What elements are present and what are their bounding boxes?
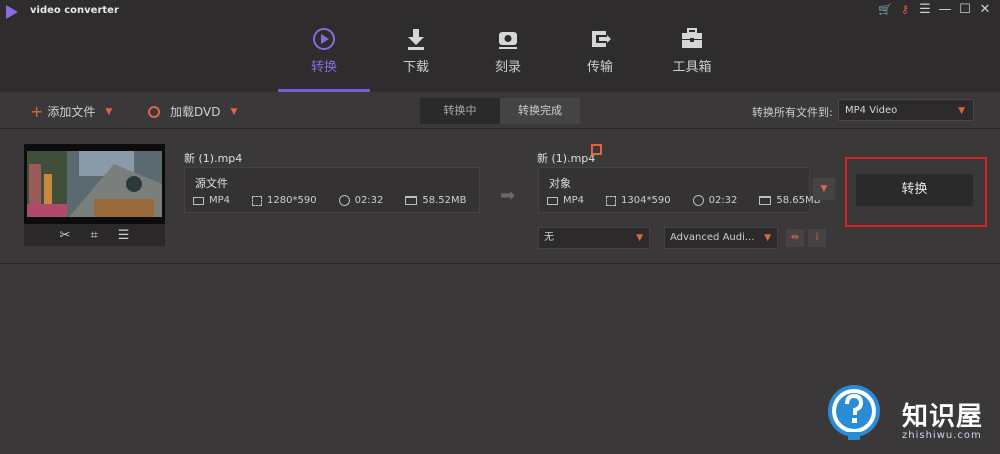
thumbnail-image (24, 144, 165, 224)
transfer-icon (592, 31, 611, 47)
audio-value: Advanced Audi... (670, 232, 755, 243)
source-size: 58.52MB (422, 195, 467, 206)
tab-toolbox-label: 工具箱 (672, 60, 712, 75)
menu-icon[interactable]: ☰ (918, 2, 932, 17)
source-info-box: 源文件 MP4 1280*590 02:32 58.52MB (184, 167, 480, 213)
source-file-name: 新 (1).mp4 (184, 152, 243, 165)
tab-convert-label: 转换 (310, 60, 337, 75)
download-icon (408, 29, 424, 50)
cart-icon[interactable]: 🛒 (878, 3, 892, 16)
edit-icon[interactable] (591, 144, 602, 155)
watermark-url: zhishiwu.com (902, 430, 982, 441)
tab-converted[interactable]: 转换完成 (500, 98, 580, 124)
arrow-right-icon: ➡ (500, 185, 516, 206)
clock-icon (338, 195, 350, 206)
convert-icon (313, 28, 335, 50)
folder-icon (759, 196, 772, 205)
source-title: 源文件 (195, 177, 228, 190)
watermark-logo-icon (828, 385, 880, 440)
highlight-box (845, 157, 987, 227)
scissors-icon[interactable]: ✂ (60, 228, 71, 243)
tab-toolbox[interactable]: 工具箱 (646, 22, 738, 92)
source-resolution: 1280*590 (267, 195, 317, 206)
add-file-button[interactable]: + 添加文件 ▼ (30, 103, 112, 120)
crop-icon[interactable]: ⌗ (90, 228, 97, 243)
source-format: MP4 (209, 195, 231, 206)
toolbox-icon (682, 28, 702, 48)
tab-burn[interactable]: 刻录 (462, 22, 554, 92)
convert-all-value: MP4 Video (845, 105, 898, 116)
subtitle-select[interactable]: 无 ▼ (538, 227, 650, 249)
thumbnail-tools: ✂ ⌗ ☰ (24, 224, 165, 246)
load-dvd-label: 加载DVD (170, 105, 221, 119)
chevron-down-icon[interactable]: ▼ (105, 107, 112, 117)
output-profile-dropdown[interactable]: ▼ (813, 178, 835, 200)
close-icon[interactable]: ✕ (978, 2, 992, 17)
target-info-box[interactable]: 对象 MP4 1304*590 02:32 58.65MB (538, 167, 821, 213)
chevron-down-icon: ▼ (764, 233, 771, 243)
main-nav: 转换 下载 刻录 传输 工具箱 (278, 22, 738, 92)
target-meta: MP4 1304*590 02:32 58.65MB (547, 195, 843, 206)
app-logo-icon (6, 5, 18, 19)
maximize-icon[interactable]: ☐ (958, 2, 972, 17)
audio-select[interactable]: Advanced Audi... ▼ (664, 227, 778, 249)
settings-icon[interactable]: ☰ (118, 228, 130, 243)
subtitle-value: 无 (544, 232, 554, 243)
merge-icon[interactable]: ⇹ (786, 229, 804, 247)
chevron-down-icon[interactable]: ▼ (230, 107, 237, 117)
film-icon (547, 196, 558, 205)
key-icon[interactable]: ⚷ (898, 3, 912, 16)
app-title: video converter (30, 5, 119, 16)
load-dvd-button[interactable]: 加载DVD ▼ (148, 103, 237, 120)
minimize-icon[interactable]: — (938, 2, 952, 17)
title-bar: video converter 🛒 ⚷ ☰ — ☐ ✕ 转换 下载 刻录 传输 … (0, 0, 1000, 92)
tab-converting[interactable]: 转换中 (420, 98, 500, 124)
target-title: 对象 (549, 177, 571, 190)
add-file-label: 添加文件 (47, 105, 96, 119)
tab-transfer-label: 传输 (586, 60, 613, 75)
burn-icon (499, 32, 517, 49)
resolution-icon (606, 195, 617, 206)
clock-icon (692, 195, 704, 206)
video-thumbnail[interactable]: ✂ ⌗ ☰ (24, 144, 165, 246)
window-controls: 🛒 ⚷ ☰ — ☐ ✕ (878, 2, 992, 17)
chevron-down-icon: ▼ (958, 106, 965, 116)
source-meta: MP4 1280*590 02:32 58.52MB (193, 195, 489, 206)
watermark-text: 知识屋 (902, 402, 984, 432)
tab-download[interactable]: 下载 (370, 22, 462, 92)
dvd-icon (148, 105, 160, 118)
status-segment: 转换中 转换完成 (420, 98, 580, 124)
source-duration: 02:32 (354, 195, 384, 206)
target-resolution: 1304*590 (621, 195, 671, 206)
target-duration: 02:32 (708, 195, 738, 206)
resolution-icon (252, 195, 263, 206)
tab-convert[interactable]: 转换 (278, 22, 370, 92)
folder-icon (405, 196, 418, 205)
chevron-down-icon: ▼ (636, 233, 643, 243)
tab-transfer[interactable]: 传输 (554, 22, 646, 92)
target-format: MP4 (563, 195, 585, 206)
film-icon (193, 196, 204, 205)
tab-burn-label: 刻录 (494, 60, 521, 75)
convert-all-label: 转换所有文件到: (752, 106, 833, 119)
plus-icon: + (30, 101, 44, 121)
convert-all-select[interactable]: MP4 Video ▼ (838, 99, 974, 121)
info-icon[interactable]: i (808, 229, 826, 247)
target-file-name: 新 (1).mp4 (537, 152, 596, 165)
tab-download-label: 下载 (402, 60, 429, 75)
